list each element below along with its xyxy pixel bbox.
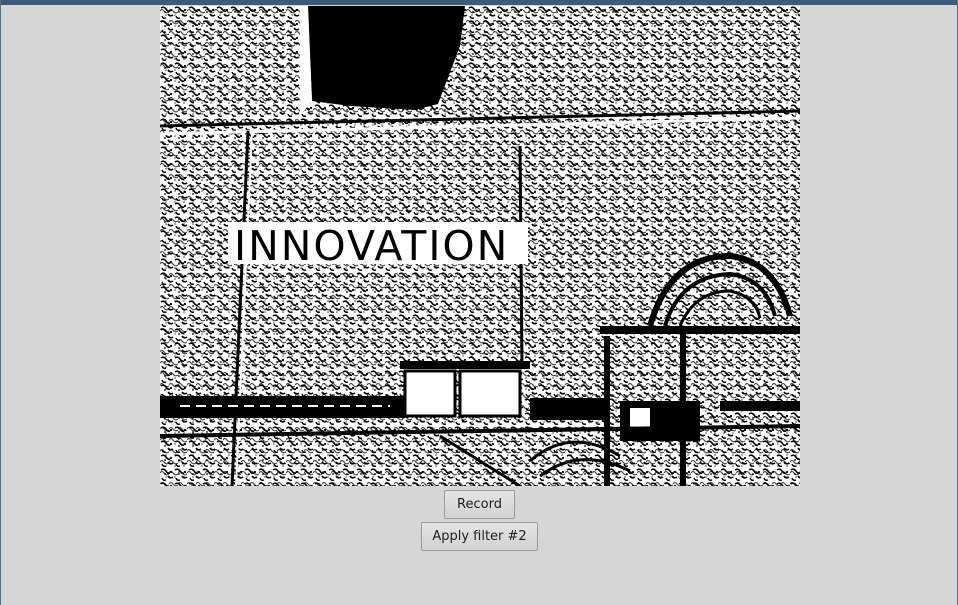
record-button[interactable]: Record: [444, 490, 515, 519]
filtered-frame-image: INNOVATION: [160, 6, 800, 486]
title-bar-strip: [1, 0, 957, 5]
sign-text: INNOVATION: [234, 222, 509, 270]
app-window: INNOVATION Record Apply filter #2: [0, 0, 958, 605]
camera-preview: INNOVATION: [160, 6, 800, 486]
apply-filter-button[interactable]: Apply filter #2: [421, 522, 538, 551]
